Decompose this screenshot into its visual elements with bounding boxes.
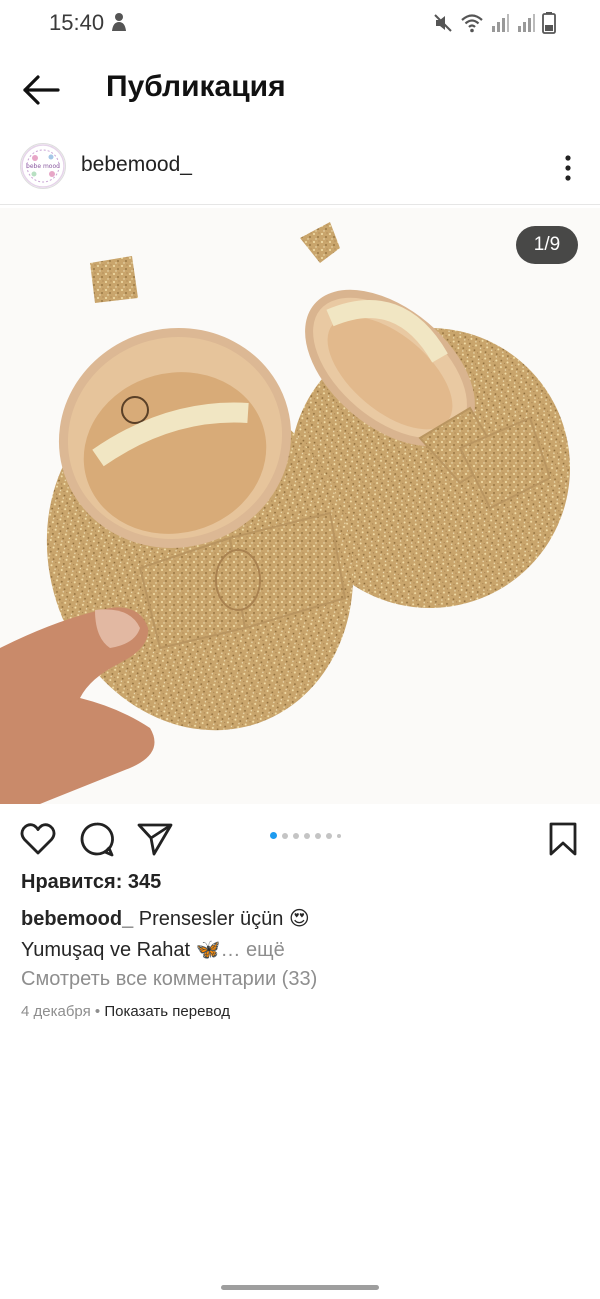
view-comments-link[interactable]: Смотреть все комментарии (33) — [21, 968, 317, 991]
avatar-logo: bebe mood — [21, 144, 65, 188]
battery-icon — [542, 12, 556, 39]
comment-button[interactable] — [78, 820, 116, 858]
carousel-dot — [293, 832, 299, 839]
save-button[interactable] — [544, 820, 582, 858]
carousel-dot — [282, 832, 288, 839]
post-header: bebe mood bebemood_ — [0, 140, 600, 202]
carousel-dot — [304, 832, 310, 839]
caption-line-2: Yumuşaq ve Rahat 🦋 — [21, 939, 221, 961]
comment-icon — [80, 822, 114, 857]
vertical-dots-icon — [565, 155, 571, 181]
post-username[interactable]: bebemood_ — [81, 153, 192, 177]
home-indicator[interactable] — [221, 1285, 379, 1290]
status-bar: 15:40 — [0, 0, 600, 46]
signal-icon — [490, 13, 510, 38]
more-options-button[interactable] — [554, 148, 582, 188]
status-time: 15:40 — [49, 10, 105, 35]
page-title: Публикация — [106, 70, 286, 103]
heart-icon — [20, 823, 56, 855]
back-button[interactable] — [22, 72, 62, 108]
caption-more-link[interactable]: … ещё — [220, 939, 284, 961]
mute-icon — [432, 12, 454, 39]
bookmark-icon — [549, 822, 577, 856]
post-meta: 4 декабря • Показать перевод — [21, 1003, 230, 1020]
carousel-dot — [337, 833, 341, 838]
signal-icon — [516, 13, 536, 38]
media-counter-badge: 1/9 — [516, 226, 578, 264]
carousel-indicator — [270, 832, 341, 839]
person-icon — [110, 12, 128, 37]
post-caption: bebemood_ Prensesler üçün 😍 Yumuşaq ve R… — [21, 904, 581, 966]
show-translation-link[interactable]: Показать перевод — [104, 1003, 230, 1020]
post-actions — [0, 814, 600, 860]
post-media[interactable]: 1/9 — [0, 208, 600, 804]
avatar-text: bebe mood — [26, 163, 60, 170]
carousel-dot — [270, 832, 277, 839]
share-icon — [137, 823, 173, 856]
likes-count[interactable]: Нравится: 345 — [21, 871, 161, 894]
carousel-dot — [326, 832, 332, 839]
top-app-bar: Публикация — [0, 60, 600, 120]
arrow-left-icon — [23, 75, 60, 105]
like-button[interactable] — [19, 820, 57, 858]
carousel-dot — [315, 832, 321, 839]
baby-shoes-photo — [0, 208, 600, 804]
avatar[interactable]: bebe mood — [20, 143, 66, 189]
caption-username[interactable]: bebemood_ — [21, 908, 133, 930]
meta-separator: • — [90, 1003, 105, 1020]
divider — [0, 204, 600, 205]
caption-line-1: Prensesler üçün 😍 — [133, 908, 310, 930]
post-date: 4 декабря — [21, 1003, 91, 1020]
share-button[interactable] — [136, 820, 174, 858]
wifi-icon — [460, 12, 484, 39]
status-icons — [432, 12, 556, 39]
